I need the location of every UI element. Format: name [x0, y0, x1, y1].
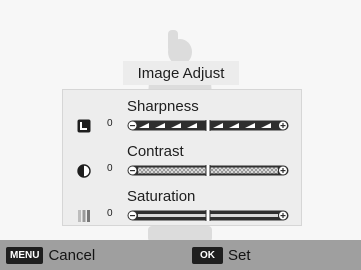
- ok-key-badge: OK: [192, 246, 223, 264]
- saturation-icon: [78, 210, 90, 222]
- cancel-label: Cancel: [48, 246, 96, 264]
- set-label: Set: [228, 246, 251, 264]
- soft-key-bar: MENU Cancel OK Set: [0, 240, 361, 270]
- saturation-row[interactable]: Saturation 0: [63, 181, 303, 226]
- sharpness-row[interactable]: Sharpness 0: [63, 91, 303, 136]
- set-button[interactable]: OK Set: [192, 240, 251, 270]
- saturation-label: Saturation: [127, 188, 196, 205]
- sharpness-value: 0: [107, 118, 113, 129]
- adjust-panel: Sharpness 0 Contrast 0 Saturation 0: [62, 89, 302, 226]
- contrast-row[interactable]: Contrast 0: [63, 136, 303, 181]
- sharpness-icon: [77, 119, 91, 133]
- camera-screen: Image Adjust Sharpness 0 Contrast 0 Satu…: [0, 0, 361, 270]
- dialog-title-box: Image Adjust: [123, 61, 239, 85]
- contrast-icon: [77, 164, 91, 178]
- contrast-value: 0: [107, 163, 113, 174]
- contrast-label: Contrast: [127, 143, 184, 160]
- sharpness-slider[interactable]: [127, 120, 289, 131]
- saturation-slider[interactable]: [127, 210, 289, 221]
- dialog-title: Image Adjust: [137, 64, 225, 82]
- saturation-value: 0: [107, 208, 113, 219]
- contrast-slider[interactable]: [127, 165, 289, 176]
- sharpness-label: Sharpness: [127, 98, 199, 115]
- cancel-button[interactable]: MENU Cancel: [6, 240, 95, 270]
- menu-key-badge: MENU: [6, 246, 44, 264]
